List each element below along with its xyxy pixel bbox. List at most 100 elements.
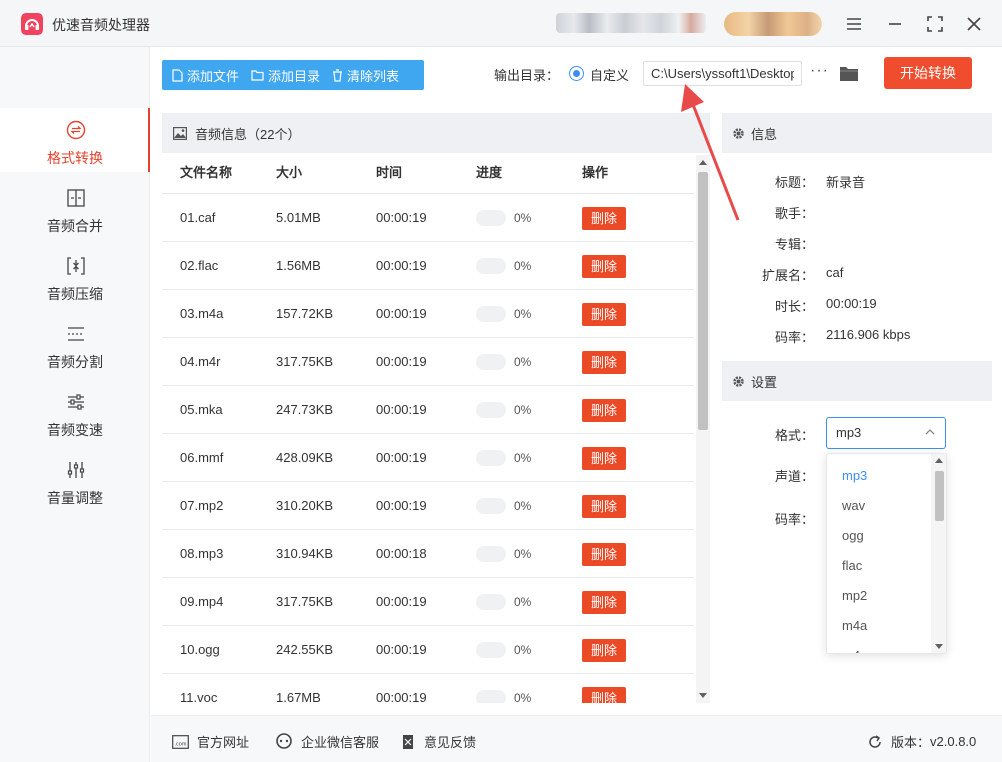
add-directory-label: 添加目录: [268, 68, 321, 84]
format-select[interactable]: mp3: [826, 417, 946, 449]
start-convert-button[interactable]: 开始转换: [884, 57, 972, 89]
footer: .com 官方网址 企业微信客服 意见反馈 版本： v2.0.8.0: [151, 715, 1002, 762]
table-row[interactable]: 02.flac 1.56MB 00:00:19 0% 删除: [162, 242, 694, 290]
progress-percent: 0%: [514, 259, 532, 273]
add-directory-button[interactable]: 添加目录: [245, 60, 326, 90]
gear-icon: [733, 375, 744, 387]
format-option[interactable]: ogg: [842, 528, 864, 543]
progress-percent: 0%: [514, 643, 532, 657]
info-field-value: 00:00:19: [826, 296, 877, 311]
table-row[interactable]: 05.mka 247.73KB 00:00:19 0% 删除: [162, 386, 694, 434]
sidebar-item-audio-split[interactable]: 音频分割: [0, 312, 150, 376]
file-size-cell: 247.73KB: [276, 402, 334, 417]
file-size-cell: 428.09KB: [276, 450, 334, 465]
custom-output-label[interactable]: 自定义: [590, 65, 629, 84]
dropdown-scrollbar[interactable]: [931, 454, 946, 653]
sidebar-item-audio-compress[interactable]: 音频压缩: [0, 244, 150, 308]
dropdown-scroll-up-icon[interactable]: [935, 458, 943, 463]
delete-button[interactable]: 删除: [582, 639, 626, 662]
add-file-button[interactable]: 添加文件: [162, 60, 245, 90]
format-option[interactable]: m4a: [842, 618, 867, 633]
output-directory-label: 输出目录：: [494, 68, 560, 83]
progress-bar: [476, 498, 506, 514]
svg-text:.com: .com: [175, 741, 187, 747]
file-time-cell: 00:00:19: [376, 210, 427, 225]
table-row[interactable]: 10.ogg 242.55KB 00:00:19 0% 删除: [162, 626, 694, 674]
info-field-label: 码率：: [774, 330, 814, 345]
table-row[interactable]: 06.mmf 428.09KB 00:00:19 0% 删除: [162, 434, 694, 482]
file-size-cell: 157.72KB: [276, 306, 334, 321]
table-row[interactable]: 03.m4a 157.72KB 00:00:19 0% 删除: [162, 290, 694, 338]
clear-list-button[interactable]: 清除列表: [326, 60, 405, 90]
version-label: 版本：: [891, 735, 931, 750]
custom-output-radio[interactable]: [569, 66, 584, 81]
format-option[interactable]: wav: [842, 498, 865, 513]
table-row[interactable]: 01.caf 5.01MB 00:00:19 0% 删除: [162, 194, 694, 242]
chevron-up-icon: [925, 429, 935, 435]
blurred-account-info[interactable]: [556, 13, 706, 33]
delete-button[interactable]: 删除: [582, 591, 626, 614]
table-row[interactable]: 11.voc 1.67MB 00:00:19 0% 删除: [162, 674, 694, 703]
sidebar-item-label: 音频压缩: [47, 286, 103, 302]
sidebar-item-label: 音量调整: [47, 490, 103, 506]
sidebar-item-audio-merge[interactable]: 音频合并: [0, 176, 150, 240]
file-size-cell: 310.20KB: [276, 498, 334, 513]
file-name-cell: 01.caf: [180, 210, 216, 225]
menu-icon[interactable]: [842, 12, 866, 36]
app-logo-icon: [21, 13, 43, 35]
table-row[interactable]: 07.mp2 310.20KB 00:00:19 0% 删除: [162, 482, 694, 530]
sidebar-item-format-convert[interactable]: 格式转换: [0, 108, 150, 172]
refresh-icon: [869, 734, 881, 748]
minimize-icon[interactable]: [883, 12, 907, 36]
delete-button[interactable]: 删除: [582, 207, 626, 230]
table-row[interactable]: 08.mp3 310.94KB 00:00:18 0% 删除: [162, 530, 694, 578]
wechat-icon: [276, 733, 292, 749]
trash-icon: [333, 68, 343, 82]
progress-percent: 0%: [514, 355, 532, 369]
progress-percent: 0%: [514, 595, 532, 609]
sidebar-item-audio-speed[interactable]: 音频变速: [0, 380, 150, 444]
delete-button[interactable]: 删除: [582, 255, 626, 278]
convert-icon: [66, 120, 86, 140]
progress-bar: [476, 258, 506, 274]
open-folder-icon[interactable]: [839, 64, 859, 82]
format-option[interactable]: mp2: [842, 588, 867, 603]
website-link[interactable]: .com 官方网址: [172, 732, 249, 751]
more-options-icon[interactable]: ···: [810, 62, 829, 80]
scroll-down-arrow-icon[interactable]: [699, 693, 707, 698]
file-name-cell: 06.mmf: [180, 450, 224, 465]
file-time-cell: 00:00:19: [376, 594, 427, 609]
table-row[interactable]: 04.m4r 317.75KB 00:00:19 0% 删除: [162, 338, 694, 386]
wechat-service-link[interactable]: 企业微信客服: [275, 732, 379, 751]
progress-percent: 0%: [514, 499, 532, 513]
dropdown-scroll-thumb[interactable]: [935, 471, 944, 521]
table-row[interactable]: 09.mp4 317.75KB 00:00:19 0% 删除: [162, 578, 694, 626]
format-option[interactable]: m4r: [842, 648, 864, 653]
delete-button[interactable]: 删除: [582, 351, 626, 374]
format-option[interactable]: flac: [842, 558, 862, 573]
blurred-vip-badge[interactable]: [724, 12, 822, 36]
file-size-cell: 1.56MB: [276, 258, 321, 273]
delete-button[interactable]: 删除: [582, 447, 626, 470]
delete-button[interactable]: 删除: [582, 495, 626, 518]
split-icon: [66, 324, 86, 344]
merge-icon: [66, 188, 86, 208]
delete-button[interactable]: 删除: [582, 543, 626, 566]
sidebar-item-label: 格式转换: [47, 150, 103, 166]
sidebar-item-volume-adjust[interactable]: 音量调整: [0, 448, 150, 512]
feedback-link[interactable]: 意见反馈: [401, 732, 476, 751]
progress-bar: [476, 546, 506, 562]
delete-button[interactable]: 删除: [582, 687, 626, 703]
format-option[interactable]: mp3: [842, 468, 867, 483]
dropdown-scroll-down-icon[interactable]: [935, 644, 943, 649]
progress-percent: 0%: [514, 211, 532, 225]
file-list-scrollbar[interactable]: [696, 155, 710, 703]
progress-bar: [476, 450, 506, 466]
maximize-icon[interactable]: [923, 12, 947, 36]
progress-bar: [476, 642, 506, 658]
delete-button[interactable]: 删除: [582, 399, 626, 422]
close-icon[interactable]: [962, 12, 986, 36]
file-size-cell: 242.55KB: [276, 642, 334, 657]
file-time-cell: 00:00:19: [376, 306, 427, 321]
delete-button[interactable]: 删除: [582, 303, 626, 326]
